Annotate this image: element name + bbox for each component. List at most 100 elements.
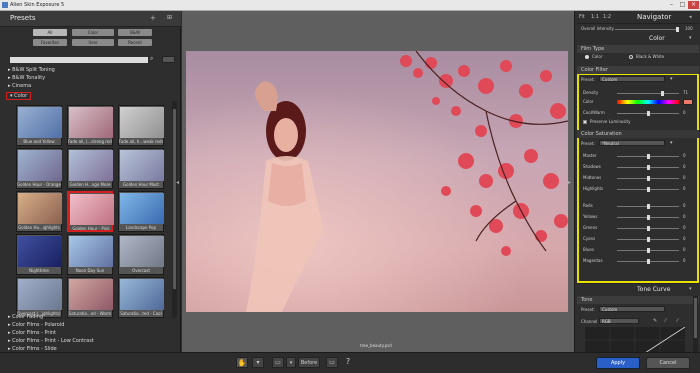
filter-recent-button[interactable]: Recent [118, 39, 152, 46]
color-swatch[interactable] [683, 99, 693, 105]
hue-spectrum-slider[interactable] [617, 100, 679, 104]
right-scrollbar-thumb[interactable] [694, 298, 697, 338]
tree-item-color-films-print[interactable]: ▸ Color Films - Print [8, 330, 56, 337]
saturation-knob[interactable] [647, 215, 650, 220]
tab-menu-icon[interactable]: ▾ [689, 35, 692, 41]
radio-bw[interactable] [629, 55, 633, 59]
preview-image[interactable] [186, 51, 568, 312]
tone-preset-select[interactable]: Custom [599, 306, 665, 312]
saturation-row-blues[interactable]: Blues 0 [583, 246, 691, 254]
navigator-collapse-icon[interactable]: ◂ [689, 14, 692, 20]
filter-user-button[interactable]: User [72, 39, 114, 46]
view-options-button[interactable]: ▭ [326, 357, 338, 368]
collapse-left-icon[interactable]: ◂ [176, 179, 179, 186]
zoom-1-2-button[interactable]: 1:2 [603, 14, 611, 20]
film-type-header[interactable]: Film Type [577, 45, 699, 53]
color-slider-row[interactable]: Color [583, 98, 693, 106]
compare-layout-icon[interactable]: ▭ [272, 357, 284, 368]
cancel-button[interactable]: Cancel [646, 357, 690, 369]
tone-header[interactable]: Tone [577, 296, 699, 304]
preset-thumb-nighttime[interactable]: Nighttime [16, 234, 62, 275]
curve-reset-icon[interactable]: ⁄ [677, 318, 678, 324]
filter-all-button[interactable]: All [33, 29, 67, 36]
help-icon[interactable]: ? [342, 357, 354, 368]
saturation-knob[interactable] [647, 248, 650, 253]
zoom-1-1-button[interactable]: 1:1 [591, 14, 599, 20]
hand-tool-icon[interactable]: ✋ [236, 357, 248, 368]
preset-thumb-fade-weak-reds[interactable]: Fade all, h...weak reds [118, 105, 164, 146]
preset-thumb-golden-more[interactable]: Golden H...nge More [67, 148, 113, 189]
preset-thumb-noon-day-sun[interactable]: Noon Day Sun [67, 234, 113, 275]
saturation-knob[interactable] [647, 226, 650, 231]
tree-item-bw-tonality[interactable]: ▸ B&W Tonality [8, 75, 45, 82]
channel-select[interactable]: RGB [599, 318, 639, 324]
apply-button[interactable]: Apply [596, 357, 640, 369]
saturation-row-magentas[interactable]: Magentas 0 [583, 257, 691, 265]
preset-thumb-golden-pink[interactable]: Golden Hour - Pink [67, 191, 114, 232]
tree-item-cinema[interactable]: ▸ Cinema [8, 83, 31, 90]
filter-favorites-button[interactable]: Favorites [33, 39, 67, 46]
tree-item-color-films-print-low-contrast[interactable]: ▸ Color Films - Print - Low Contrast [8, 338, 94, 345]
saturation-preset-menu-icon[interactable]: ▾ [670, 140, 673, 146]
saturation-knob[interactable] [647, 154, 650, 159]
saturation-knob[interactable] [647, 237, 650, 242]
saturation-preset-select[interactable]: *Neutral [599, 140, 665, 146]
curve-pencil-icon[interactable]: ✎ [653, 318, 657, 324]
saturation-row-master[interactable]: Master 0 [583, 152, 691, 160]
preset-thumb-blue-yellow[interactable]: Blue and Yellow [16, 105, 62, 146]
preset-thumb-overcast[interactable]: Overcast [118, 234, 164, 275]
density-track[interactable] [617, 93, 679, 94]
tree-item-color[interactable]: ▾ Color [6, 92, 32, 100]
preset-thumb-landscape-pop[interactable]: Landscape Pop [118, 191, 164, 232]
maximize-icon[interactable]: □ [677, 1, 688, 9]
preset-thumb-overcast-highlights[interactable]: Overcast (...ighlights) [16, 277, 62, 318]
tree-item-color-films-polaroid[interactable]: ▸ Color Films - Polaroid [8, 322, 64, 329]
preset-thumb-golden-orange[interactable]: Golden Hour - Orange [16, 148, 62, 189]
add-preset-icon[interactable]: + [150, 14, 156, 22]
preset-thumb-golden-most[interactable]: Golden Hour Most [118, 148, 164, 189]
saturation-row-greens[interactable]: Greens 0 [583, 224, 691, 232]
view-options-icon[interactable] [162, 56, 175, 63]
saturation-knob[interactable] [647, 165, 650, 170]
coolwarm-knob[interactable] [647, 111, 650, 116]
collapse-right-icon[interactable]: ▸ [568, 179, 571, 186]
saturation-knob[interactable] [647, 187, 650, 192]
saturation-knob[interactable] [647, 204, 650, 209]
preserve-luminosity-checkbox[interactable] [583, 120, 587, 124]
compare-menu-icon[interactable]: ▾ [286, 357, 296, 368]
before-button[interactable]: Before [298, 357, 320, 368]
scrollbar-thumb[interactable] [173, 109, 176, 289]
radio-color[interactable] [585, 55, 589, 59]
saturation-knob[interactable] [647, 176, 650, 181]
right-scrollbar[interactable] [693, 296, 698, 352]
overall-intensity-slider[interactable] [615, 29, 679, 30]
tone-curve-graph[interactable] [585, 327, 685, 353]
preset-menu-icon[interactable]: ⊞ [167, 14, 172, 21]
preset-thumb-fade-strong-reds[interactable]: Fade all, (...strong reds [67, 105, 113, 146]
overall-intensity-knob[interactable] [676, 27, 679, 32]
saturation-row-midtones[interactable]: Midtones 0 [583, 174, 691, 182]
saturation-row-cyans[interactable]: Cyans 0 [583, 235, 691, 243]
density-slider-row[interactable]: Density 71 [583, 89, 691, 97]
tone-curve-menu-icon[interactable]: ▾ [689, 286, 692, 292]
search-icon[interactable]: ⌕ [150, 55, 153, 63]
saturation-row-highlights[interactable]: Highlights 0 [583, 185, 691, 193]
minimize-icon[interactable]: – [666, 1, 677, 9]
preset-thumb-saturation-warm[interactable]: Saturatio...ed - Warm [67, 277, 113, 318]
tree-item-color-fading[interactable]: ▸ Color Fading [8, 314, 43, 321]
preset-thumb-saturation-cool[interactable]: Saturatio...ted - Cool [118, 277, 164, 318]
presets-scrollbar[interactable] [172, 101, 177, 318]
color-saturation-header[interactable]: Color Saturation [577, 130, 699, 138]
preset-search-input[interactable] [10, 57, 148, 63]
close-icon[interactable]: × [688, 1, 699, 9]
density-knob[interactable] [661, 91, 664, 96]
saturation-row-reds[interactable]: Reds 0 [583, 202, 691, 210]
filter-bw-button[interactable]: B&W [118, 29, 152, 36]
color-filter-preset-select[interactable]: Custom [599, 76, 665, 82]
saturation-knob[interactable] [647, 259, 650, 264]
preset-thumb-golden-highlights[interactable]: Golden Ho...ighlights [16, 191, 62, 232]
color-filter-preset-menu-icon[interactable]: ▾ [670, 76, 673, 82]
saturation-row-yellows[interactable]: Yellows 0 [583, 213, 691, 221]
color-filter-header[interactable]: Color Filter [577, 66, 699, 74]
tone-curve-tab[interactable]: Tone Curve [637, 286, 670, 293]
